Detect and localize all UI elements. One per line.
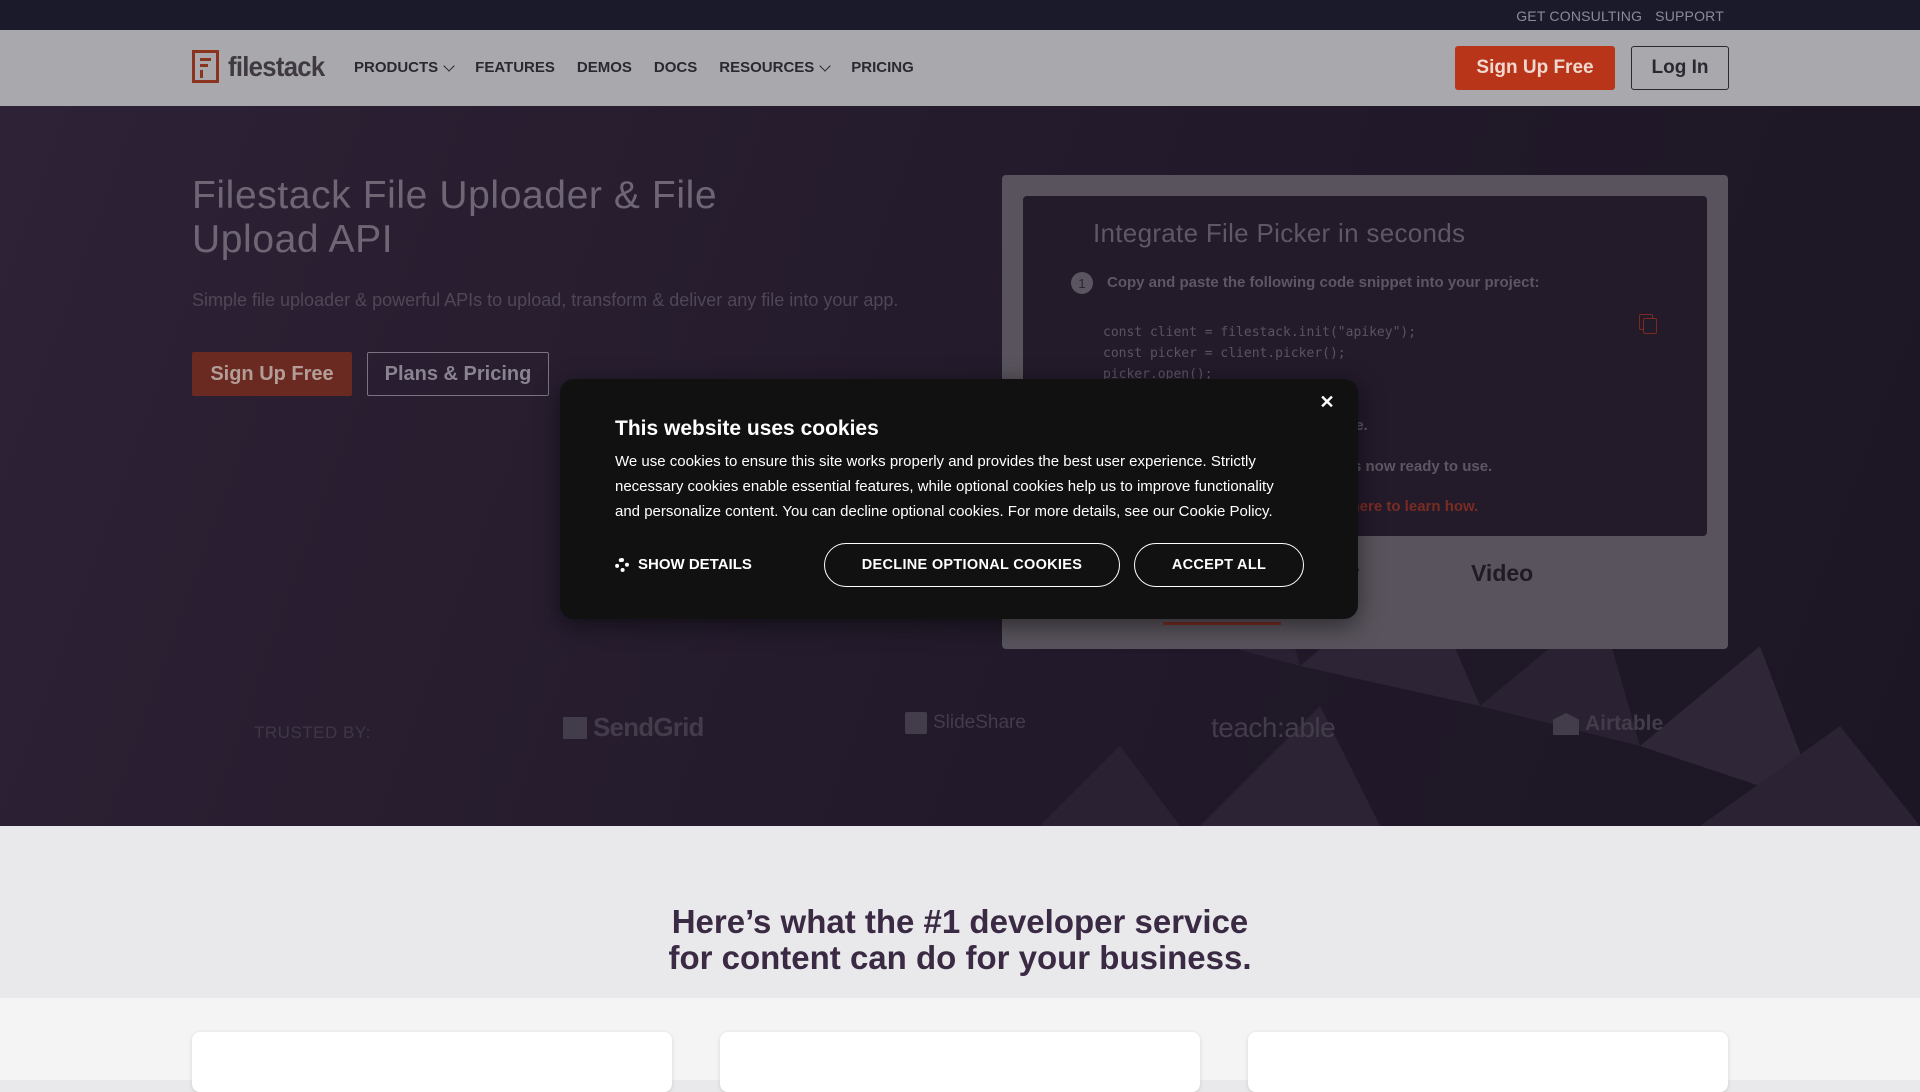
show-details-label: SHOW DETAILS xyxy=(638,556,752,573)
filestack-logo-icon xyxy=(192,50,219,83)
trusted-by-label: TRUSTED BY: xyxy=(254,723,371,742)
chevron-down-icon xyxy=(819,59,831,72)
nav-pricing-label: PRICING xyxy=(851,59,914,76)
support-link[interactable]: SUPPORT xyxy=(1655,8,1724,24)
hero-sign-up-button[interactable]: Sign Up Free xyxy=(192,352,352,396)
close-icon[interactable]: ✕ xyxy=(1318,393,1336,411)
accept-all-button[interactable]: ACCEPT ALL xyxy=(1134,543,1304,587)
hero-subtitle: Simple file uploader & powerful APIs to … xyxy=(192,290,899,310)
decline-optional-cookies-button[interactable]: DECLINE OPTIONAL COOKIES xyxy=(824,543,1120,587)
section-heading: Here’s what the #1 developer service for… xyxy=(0,904,1920,976)
step-number-badge: 1 xyxy=(1071,272,1093,294)
airtable-wordmark: Airtable xyxy=(1585,712,1664,735)
sendgrid-logo: SendGrid xyxy=(563,712,704,743)
cookie-title: This website uses cookies xyxy=(615,417,879,440)
demo-title: Integrate File Picker in seconds xyxy=(1093,218,1466,248)
code-line: const picker = client.picker(); xyxy=(1103,346,1346,361)
cookie-description: We use cookies to ensure this site works… xyxy=(615,453,1274,520)
section-heading-line-1: Here’s what the #1 developer service xyxy=(671,903,1249,940)
nav-log-in-button[interactable]: Log In xyxy=(1631,46,1729,90)
main-navbar: filestack PRODUCTS FEATURES DEMOS DOCS R… xyxy=(0,30,1920,106)
nav-products-label: PRODUCTS xyxy=(354,59,439,76)
sendgrid-wordmark: SendGrid xyxy=(593,712,704,742)
feature-card xyxy=(1248,1032,1728,1092)
nav-sign-up-button[interactable]: Sign Up Free xyxy=(1455,46,1615,90)
nav-resources[interactable]: RESOURCES xyxy=(719,59,831,76)
get-consulting-link[interactable]: GET CONSULTING xyxy=(1516,8,1642,24)
logo-wordmark: filestack xyxy=(228,51,325,82)
show-details-toggle[interactable]: SHOW DETAILS xyxy=(615,556,752,573)
nav-demos[interactable]: DEMOS xyxy=(577,59,632,76)
teachable-wordmark: teach:able xyxy=(1211,712,1336,743)
nav-resources-label: RESOURCES xyxy=(719,59,815,76)
step-1-text: Copy and paste the following code snippe… xyxy=(1107,274,1540,291)
learn-how-link[interactable]: k here to learn how. xyxy=(1338,498,1478,515)
nav-demos-label: DEMOS xyxy=(576,59,632,76)
airtable-logo: Airtable xyxy=(1553,712,1663,736)
step-3-text-fragment: s now ready to use. xyxy=(1353,458,1493,475)
sendgrid-icon xyxy=(563,716,587,739)
nav-docs-label: DOCS xyxy=(653,59,698,76)
filestack-logo[interactable]: filestack xyxy=(192,50,333,84)
code-line: const client = filestack.init("apikey"); xyxy=(1103,325,1417,340)
nav-features[interactable]: FEATURES xyxy=(475,59,555,76)
code-snippet: const client = filestack.init("apikey");… xyxy=(1103,322,1416,385)
copy-icon[interactable] xyxy=(1639,314,1657,334)
tab-video[interactable]: Video xyxy=(1471,560,1533,587)
nav-features-label: FEATURES xyxy=(475,59,555,76)
teachable-logo: teach:able xyxy=(1211,712,1336,744)
primary-nav: PRODUCTS FEATURES DEMOS DOCS RESOURCES P… xyxy=(354,59,914,76)
top-utility-bar: GET CONSULTING SUPPORT xyxy=(0,0,1920,30)
plans-pricing-button[interactable]: Plans & Pricing xyxy=(367,352,549,396)
slideshare-logo: SlideShare xyxy=(905,712,1026,734)
cookie-consent-dialog: ✕ This website uses cookies We use cooki… xyxy=(560,379,1358,619)
utility-links: GET CONSULTING SUPPORT xyxy=(1516,8,1724,24)
linkedin-icon xyxy=(905,712,927,734)
airtable-icon xyxy=(1553,713,1579,735)
nav-docs[interactable]: DOCS xyxy=(654,59,697,76)
feature-card xyxy=(192,1032,672,1092)
nav-products[interactable]: PRODUCTS xyxy=(354,59,455,76)
hero-title: Filestack File Uploader & File Upload AP… xyxy=(192,174,718,261)
chevron-down-icon xyxy=(443,59,455,72)
gear-icon xyxy=(615,557,629,572)
feature-card xyxy=(720,1032,1200,1092)
slideshare-wordmark: SlideShare xyxy=(933,712,1026,733)
active-tab-indicator xyxy=(1163,622,1281,625)
section-heading-line-2: for content can do for your business. xyxy=(668,939,1252,976)
nav-pricing[interactable]: PRICING xyxy=(851,59,914,76)
